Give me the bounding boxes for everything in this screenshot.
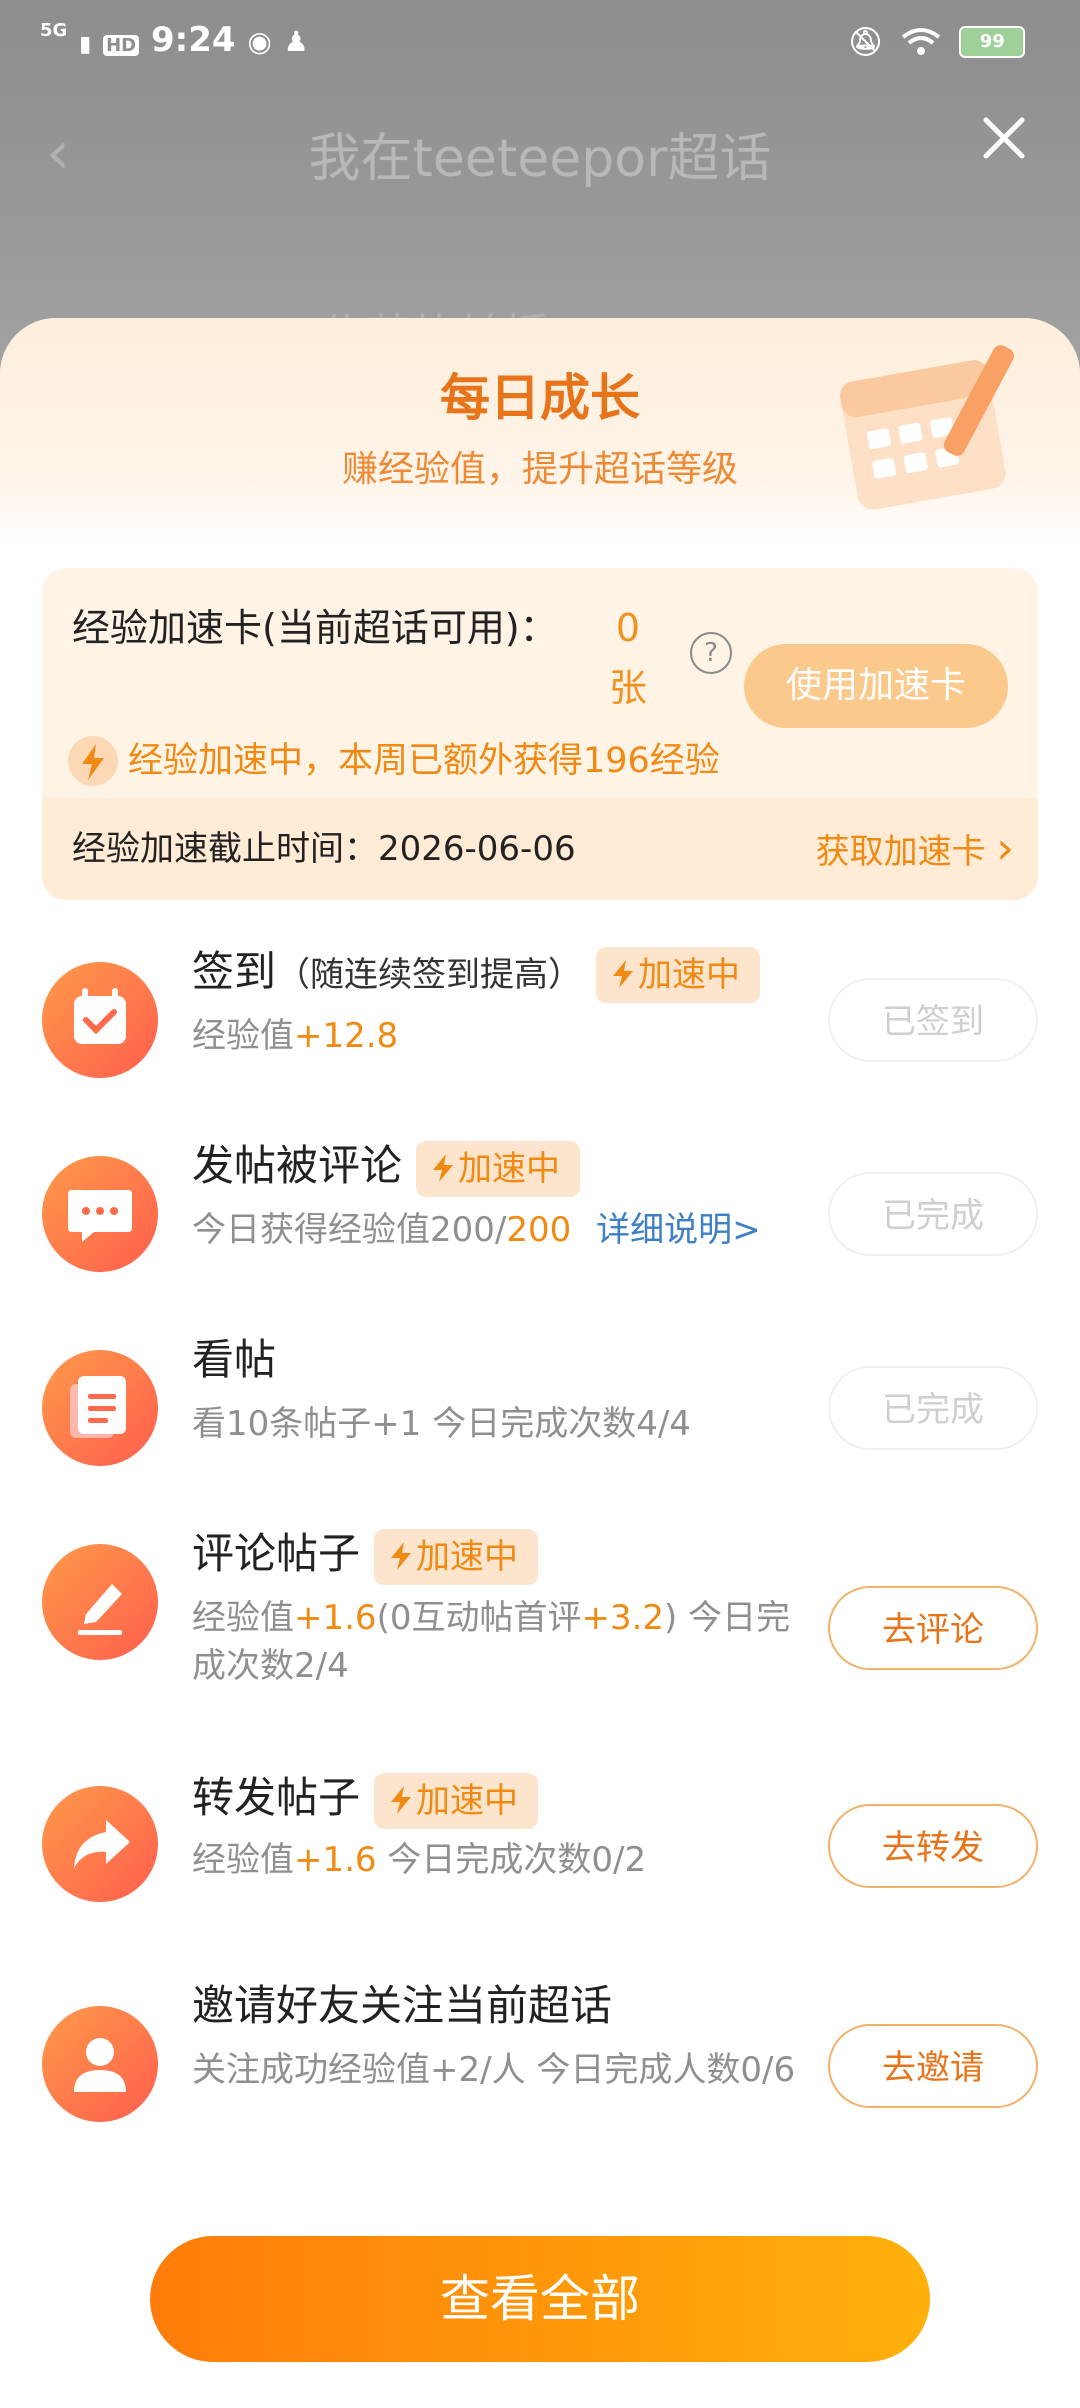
task-title-read-posts: 看帖 xyxy=(192,1335,277,1384)
details-link[interactable]: 详细说明> xyxy=(596,1210,761,1250)
get-card-label: 获取加速卡 xyxy=(815,832,986,872)
signal-icon: ▮ xyxy=(79,32,92,57)
task-sub-extra: (0互动帖首评 xyxy=(376,1598,582,1638)
exp-bonus-value: +3.2 xyxy=(581,1598,665,1638)
background-page-title: 我在teeteepor超话 xyxy=(308,129,772,189)
task-title-text: 签到 xyxy=(192,947,277,996)
boost-status-text: 经验加速中，本周已额外获得196经验 xyxy=(128,741,720,781)
share-arrow-icon xyxy=(42,1786,158,1902)
completed-button[interactable]: 已完成 xyxy=(828,1172,1038,1256)
task-title-text: 评论帖子 xyxy=(192,1529,361,1578)
task-sub-label: 经验值 xyxy=(192,1598,294,1638)
signed-in-button[interactable]: 已签到 xyxy=(828,978,1038,1062)
go-comment-button[interactable]: 去评论 xyxy=(828,1586,1038,1670)
use-speed-card-button[interactable]: 使用加速卡 xyxy=(744,644,1008,728)
help-icon[interactable]: ? xyxy=(690,632,732,674)
go-invite-button[interactable]: 去邀请 xyxy=(828,2024,1038,2108)
status-bar-right: 🔕︎ 99 xyxy=(848,20,1026,64)
task-title-text: 发帖被评论 xyxy=(192,1141,403,1190)
daily-growth-sheet: 每日成长 赚经验值，提升超话等级 经验加速卡(当前超话可用)： 0张 ? 使用加… xyxy=(0,318,1080,2408)
boost-badge: 加速中 xyxy=(596,946,761,1003)
clock: 9:24 xyxy=(150,20,236,60)
task-sub-progress: 今日完成次数0/2 xyxy=(376,1840,647,1880)
task-title-sign-in: 签到（随连续签到提高） 加速中 xyxy=(192,944,761,1003)
task-sub-label: 今日获得经验值200/ xyxy=(192,1210,507,1250)
comment-bubble-icon xyxy=(42,1156,158,1272)
network-indicator: 5G xyxy=(40,20,68,41)
task-sub-label: 经验值 xyxy=(192,1016,294,1056)
view-all-button[interactable]: 查看全部 xyxy=(150,2236,930,2362)
task-sub-label: 经验值 xyxy=(192,1840,294,1880)
calendar-check-icon xyxy=(42,962,158,1078)
task-sub-post-commented: 今日获得经验值200/200 详细说明> xyxy=(192,1206,761,1254)
task-sub-repost: 经验值+1.6 今日完成次数0/2 xyxy=(192,1836,646,1884)
hd-badge: HD xyxy=(103,35,140,56)
boost-badge: 加速中 xyxy=(374,1772,539,1829)
boost-badge: 加速中 xyxy=(374,1528,539,1585)
boost-badge-label: 加速中 xyxy=(458,1148,561,1189)
close-icon[interactable] xyxy=(978,112,1030,164)
exp-value: 200 xyxy=(506,1210,572,1250)
battery-indicator: 99 xyxy=(959,25,1026,58)
task-title-text: 转发帖子 xyxy=(192,1773,361,1822)
boost-badge-label: 加速中 xyxy=(416,1780,519,1821)
deadline-text: 经验加速截止时间：2026-06-06 xyxy=(72,829,576,869)
task-note: （随连续签到提高） xyxy=(276,955,583,995)
task-sub-comment-posts: 经验值+1.6(0互动帖首评+3.2) 今日完成次数2/4 xyxy=(192,1594,812,1690)
lightning-icon xyxy=(68,736,118,786)
boost-badge-label: 加速中 xyxy=(638,954,741,995)
speed-card-label: 经验加速卡(当前超话可用)： xyxy=(72,606,558,650)
task-title-repost: 转发帖子 加速中 xyxy=(192,1770,539,1829)
wifi-icon xyxy=(902,27,941,55)
chevron-right-icon: › xyxy=(996,823,1014,874)
task-sub-read-posts: 看10条帖子+1 今日完成次数4/4 xyxy=(192,1404,691,1444)
boost-badge: 加速中 xyxy=(416,1140,581,1197)
task-title-comment-posts: 评论帖子 加速中 xyxy=(192,1526,539,1585)
exp-value: +1.6 xyxy=(294,1840,377,1880)
person-icon xyxy=(42,2006,158,2122)
task-title-invite: 邀请好友关注当前超话 xyxy=(192,1981,613,2030)
qq-icon: ♟ xyxy=(283,25,309,58)
speed-card: 经验加速卡(当前超话可用)： 0张 ? 使用加速卡 经验加速中，本周已额外获得1… xyxy=(42,568,1038,900)
mute-bell-icon: 🔕︎ xyxy=(848,25,884,58)
battery-level: 99 xyxy=(979,30,1005,52)
get-speed-card-link[interactable]: 获取加速卡 › xyxy=(816,798,1014,900)
speed-card-count: 0张 xyxy=(608,606,647,710)
go-repost-button[interactable]: 去转发 xyxy=(828,1804,1038,1888)
boost-badge-label: 加速中 xyxy=(416,1536,519,1577)
sheet-title: 每日成长 xyxy=(440,369,640,427)
status-bar-left: 5G ▮ HD 9:24 ◉ ♟ xyxy=(40,20,309,64)
task-sub-sign-in: 经验值+12.8 xyxy=(192,1012,398,1060)
weibo-icon: ◉ xyxy=(247,25,272,58)
exp-value: +1.6 xyxy=(294,1598,377,1638)
exp-value: +12.8 xyxy=(294,1016,399,1056)
completed-button[interactable]: 已完成 xyxy=(828,1366,1038,1450)
sheet-subtitle: 赚经验值，提升超话等级 xyxy=(341,449,738,490)
document-icon xyxy=(42,1350,158,1466)
task-title-post-commented: 发帖被评论 加速中 xyxy=(192,1138,581,1197)
task-sub-invite: 关注成功经验值+2/人 今日完成人数0/6 xyxy=(192,2050,796,2090)
speed-card-footer: 经验加速截止时间：2026-06-06 获取加速卡 › xyxy=(42,798,1038,900)
pencil-icon xyxy=(42,1544,158,1660)
